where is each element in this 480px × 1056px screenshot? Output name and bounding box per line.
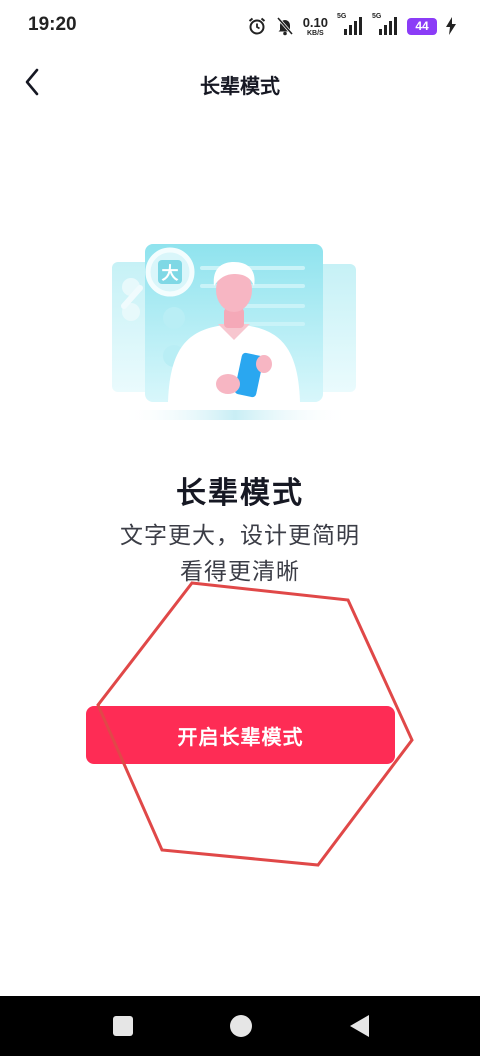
network-speed-value: 0.10 — [302, 14, 328, 30]
status-time: 19:20 — [28, 14, 77, 35]
signal-icon: 5G — [372, 13, 398, 37]
elder-mode-illustration: 大 — [100, 232, 370, 432]
back-icon[interactable] — [350, 1015, 369, 1037]
page-title: 长辈模式 — [200, 74, 280, 98]
mute-icon — [276, 17, 293, 36]
system-nav-bar — [0, 996, 480, 1056]
home-icon[interactable] — [230, 1015, 252, 1037]
enable-elder-mode-button[interactable]: 开启长辈模式 — [86, 706, 395, 764]
main-title: 长辈模式 — [176, 476, 304, 511]
recent-apps-icon[interactable] — [113, 1016, 133, 1036]
subtitle-line-2: 看得更清晰 — [180, 559, 300, 585]
subtitle-line-1: 文字更大，设计更简明 — [120, 523, 360, 549]
signal-icon: 5G — [337, 13, 363, 37]
status-icons: 0.10 KB/S 5G 5G 44 — [247, 13, 456, 38]
status-bar: 19:20 0.10 KB/S 5G 5G 44 — [0, 0, 480, 52]
network-speed: 0.10 KB/S — [303, 16, 328, 37]
subtitle: 文字更大，设计更简明 看得更清晰 — [0, 518, 480, 590]
charging-icon — [446, 17, 456, 35]
magnifier-badge-text: 大 — [162, 263, 179, 284]
header: 长辈模式 — [0, 52, 480, 114]
network-speed-unit: KB/S — [306, 29, 324, 37]
alarm-icon — [248, 17, 265, 35]
battery-icon: 44 — [407, 17, 437, 35]
